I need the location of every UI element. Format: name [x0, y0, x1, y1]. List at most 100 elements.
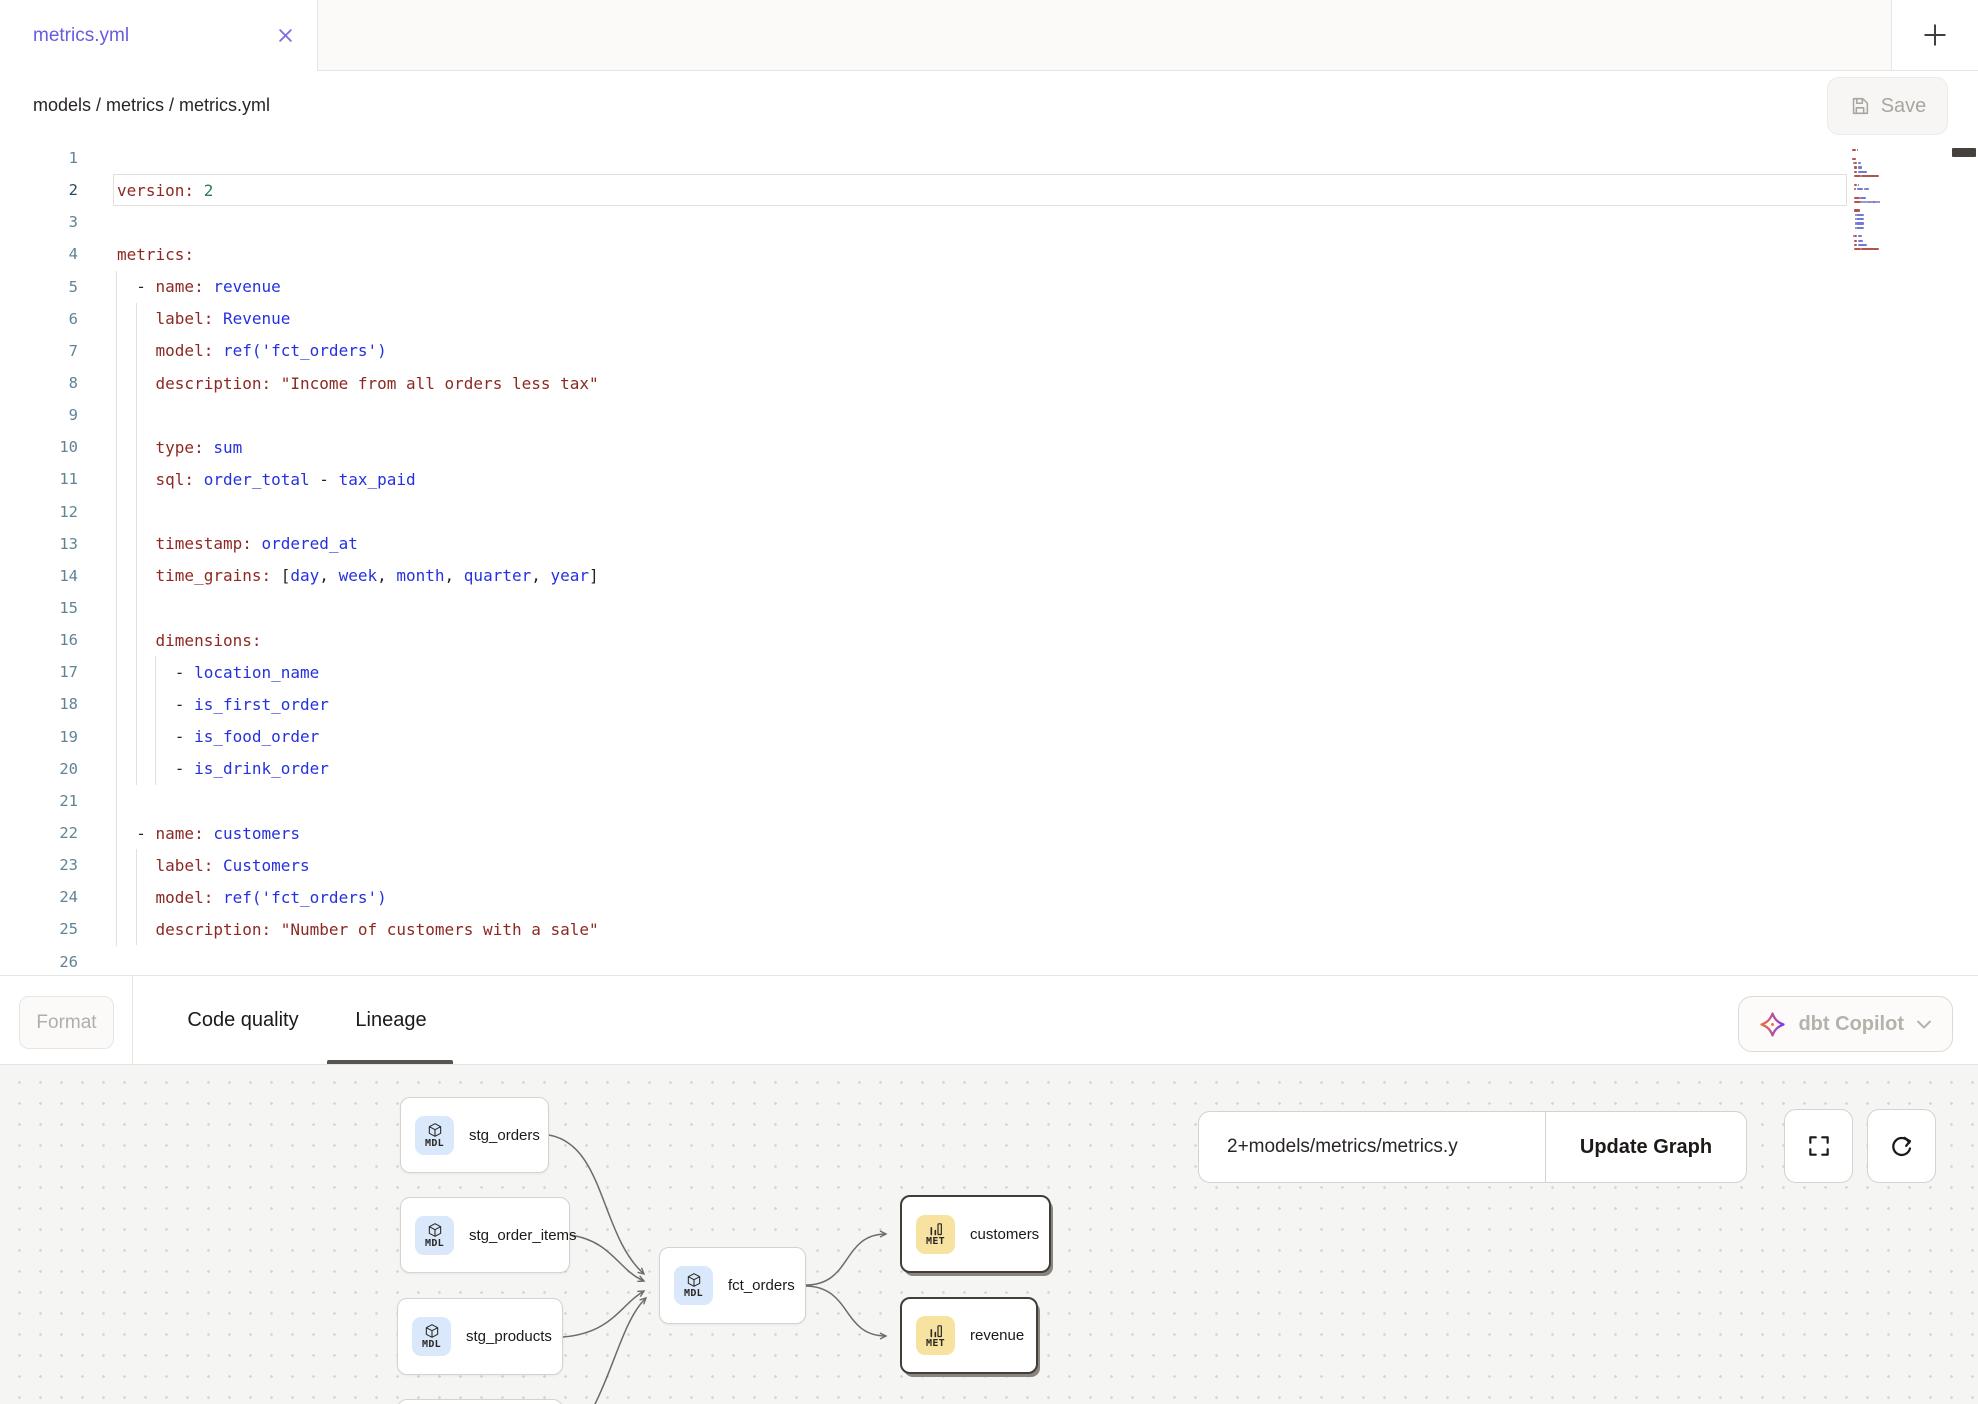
tab-code-quality-label: Code quality	[187, 1009, 298, 1032]
lineage-node-stg_orders[interactable]: MDL stg_orders	[400, 1097, 549, 1173]
lineage-canvas[interactable]: MDLstg_ordersMDLstg_order_itemsMDLstg_pr…	[0, 1064, 1978, 1404]
model-badge: MDL	[415, 1116, 454, 1155]
lineage-node-fct_orders[interactable]: MDLfct_orders	[659, 1247, 806, 1324]
code-line-4[interactable]: 4metrics:	[0, 238, 1978, 270]
code-editor[interactable]: 12version: 2 3 4metrics:5 - name: revenue6…	[0, 140, 1978, 975]
model-badge: MDL	[412, 1317, 451, 1356]
minimap[interactable]	[1852, 144, 1906, 260]
model-cube-icon	[427, 1222, 443, 1238]
code-line-2[interactable]: 2version: 2	[0, 174, 1978, 206]
toolbar-divider	[132, 976, 133, 1064]
code-line-22[interactable]: 22 - name: customers	[0, 817, 1978, 849]
line-number: 13	[0, 535, 78, 553]
save-button-label: Save	[1881, 95, 1927, 118]
model-cube-icon	[427, 1122, 443, 1138]
code-text: dimensions:	[117, 631, 262, 650]
edge-partial-node-to-fct_orders	[594, 1298, 646, 1404]
code-text: - name: revenue	[117, 277, 281, 296]
lineage-node-stg_order_items[interactable]: MDLstg_order_items	[400, 1197, 570, 1273]
tab-lineage-label: Lineage	[355, 1009, 426, 1032]
code-line-24[interactable]: 24 model: ref('fct_orders')	[0, 881, 1978, 913]
tab-lineage[interactable]: Lineage	[334, 976, 448, 1064]
line-number: 20	[0, 760, 78, 778]
lineage-node-customers[interactable]: METcustomers	[900, 1195, 1051, 1273]
metric-badge: MET	[916, 1316, 955, 1355]
line-number: 3	[0, 213, 78, 231]
code-text: description: "Number of customers with a…	[117, 920, 599, 939]
model-badge: MDL	[674, 1266, 713, 1305]
update-graph-label: Update Graph	[1580, 1136, 1712, 1159]
tab-code-quality[interactable]: Code quality	[166, 976, 320, 1064]
code-line-1[interactable]: 1	[0, 142, 1978, 174]
code-line-17[interactable]: 17 - location_name	[0, 656, 1978, 688]
line-number: 21	[0, 792, 78, 810]
code-text: label: Customers	[117, 856, 310, 875]
code-line-6[interactable]: 6 label: Revenue	[0, 303, 1978, 335]
line-number: 18	[0, 695, 78, 713]
line-number: 19	[0, 728, 78, 746]
lineage-node-stg_products[interactable]: MDL stg_products	[397, 1298, 563, 1375]
lineage-selector-input[interactable]: 2+models/metrics/metrics.y	[1199, 1112, 1546, 1182]
line-number: 15	[0, 599, 78, 617]
code-line-20[interactable]: 20 - is_drink_order	[0, 753, 1978, 785]
badge-type-label: MET	[926, 1339, 945, 1349]
format-button-label: Format	[36, 1012, 96, 1034]
save-icon	[1849, 95, 1871, 117]
code-text: - is_first_order	[117, 695, 329, 714]
code-line-15[interactable]: 15	[0, 592, 1978, 624]
refresh-button[interactable]	[1867, 1109, 1936, 1183]
node-label: stg_products	[466, 1328, 552, 1345]
dbt-copilot-button[interactable]: dbt Copilot	[1738, 996, 1953, 1052]
fullscreen-button[interactable]	[1784, 1109, 1853, 1183]
model-cube-icon	[686, 1272, 702, 1288]
lineage-selector-group: 2+models/metrics/metrics.y Update Graph	[1198, 1111, 1747, 1183]
node-label: stg_orders	[469, 1127, 540, 1144]
breadcrumb[interactable]: models / metrics / metrics.yml	[33, 95, 270, 116]
tab-metrics-yml[interactable]: metrics.yml	[0, 0, 318, 71]
code-line-21[interactable]: 21	[0, 785, 1978, 817]
line-number: 9	[0, 406, 78, 424]
fullscreen-icon	[1806, 1133, 1832, 1159]
save-button[interactable]: Save	[1827, 77, 1948, 135]
code-line-12[interactable]: 12	[0, 496, 1978, 528]
close-tab-button[interactable]	[278, 28, 293, 43]
lineage-node-revenue[interactable]: METrevenue	[900, 1297, 1038, 1374]
code-text: label: Revenue	[117, 309, 290, 328]
badge-type-label: MDL	[425, 1139, 444, 1149]
code-line-25[interactable]: 25 description: "Number of customers wit…	[0, 913, 1978, 945]
metric-chart-icon	[928, 1221, 944, 1236]
scrollbar-thumb[interactable]	[1952, 148, 1976, 157]
close-icon	[278, 28, 293, 43]
code-line-14[interactable]: 14 time_grains: [day, week, month, quart…	[0, 560, 1978, 592]
code-line-3[interactable]: 3	[0, 206, 1978, 238]
line-number: 10	[0, 438, 78, 456]
line-number: 26	[0, 953, 78, 971]
format-button[interactable]: Format	[19, 996, 114, 1049]
line-number: 2	[0, 181, 78, 199]
update-graph-button[interactable]: Update Graph	[1546, 1112, 1746, 1182]
code-line-16[interactable]: 16 dimensions:	[0, 624, 1978, 656]
badge-type-label: MDL	[425, 1239, 444, 1249]
code-line-19[interactable]: 19 - is_food_order	[0, 721, 1978, 753]
badge-type-label: MET	[926, 1237, 945, 1247]
new-tab-button[interactable]	[1891, 0, 1978, 71]
tab-bar: metrics.yml	[0, 0, 1978, 71]
code-line-26[interactable]: 26	[0, 946, 1978, 975]
badge-type-label: MDL	[422, 1340, 441, 1350]
code-line-18[interactable]: 18 - is_first_order	[0, 688, 1978, 720]
line-number: 17	[0, 663, 78, 681]
edge-stg_products-to-fct_orders	[563, 1291, 644, 1337]
line-number: 12	[0, 503, 78, 521]
line-number: 11	[0, 470, 78, 488]
code-text: - is_food_order	[117, 727, 319, 746]
code-line-8[interactable]: 8 description: "Income from all orders l…	[0, 367, 1978, 399]
code-line-9[interactable]: 9	[0, 399, 1978, 431]
code-line-10[interactable]: 10 type: sum	[0, 431, 1978, 463]
code-line-7[interactable]: 7 model: ref('fct_orders')	[0, 335, 1978, 367]
lineage-node-partial-node[interactable]: MDL	[397, 1399, 563, 1404]
code-line-13[interactable]: 13 timestamp: ordered_at	[0, 528, 1978, 560]
edge-stg_order_items-to-fct_orders	[570, 1235, 644, 1281]
code-line-23[interactable]: 23 label: Customers	[0, 849, 1978, 881]
code-line-5[interactable]: 5 - name: revenue	[0, 271, 1978, 303]
code-line-11[interactable]: 11 sql: order_total - tax_paid	[0, 463, 1978, 495]
